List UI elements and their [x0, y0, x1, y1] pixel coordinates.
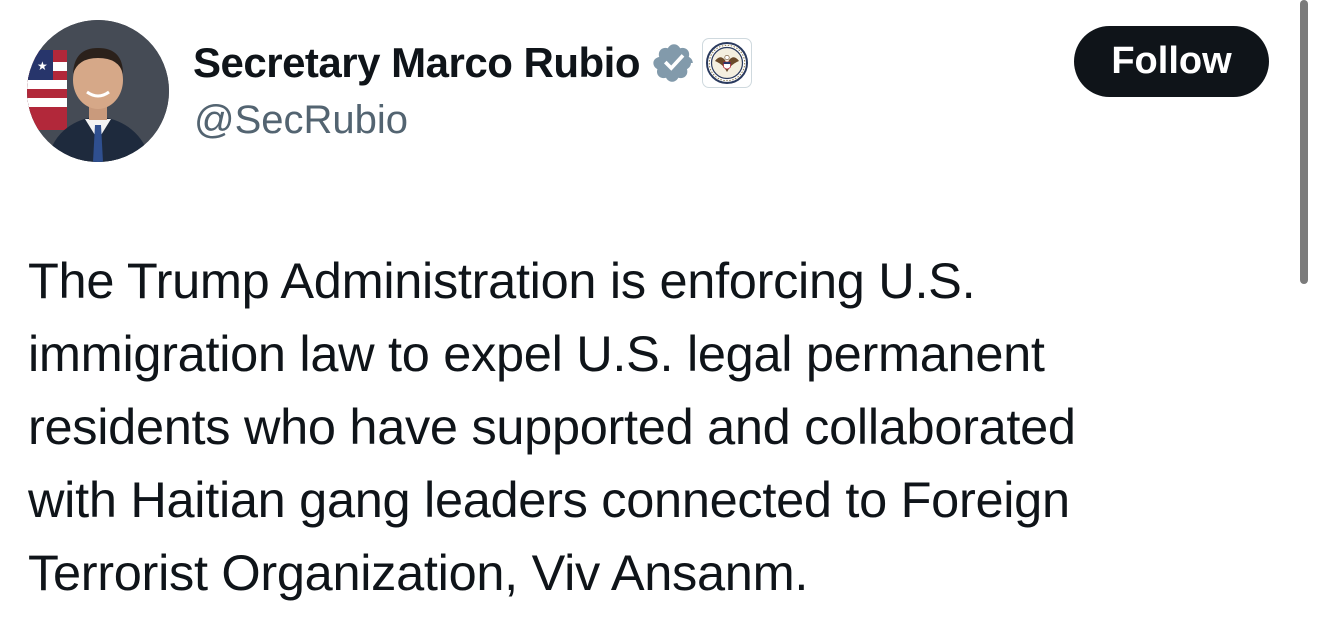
profile-photo: ★	[27, 20, 169, 162]
svg-text:★: ★	[37, 59, 48, 73]
tweet-text-line: Terrorist Organization, Viv Ansanm.	[28, 544, 809, 601]
tweet-text: The Trump Administration is enforcing U.…	[28, 244, 1258, 609]
state-department-seal-icon	[706, 42, 748, 84]
tweet-text-line: immigration law to expel U.S. legal perm…	[28, 325, 1045, 382]
author-handle[interactable]: @SecRubio	[194, 98, 408, 143]
author-name-row: Secretary Marco Rubio	[193, 38, 752, 88]
scrollbar-thumb[interactable]	[1300, 0, 1308, 284]
tweet-text-line: with Haitian gang leaders connected to F…	[28, 471, 1070, 528]
affiliate-badge[interactable]	[702, 38, 752, 88]
verified-badge-icon[interactable]	[652, 41, 696, 85]
follow-button[interactable]: Follow	[1074, 26, 1269, 97]
author-display-name[interactable]: Secretary Marco Rubio	[193, 39, 641, 87]
tweet-text-line: The Trump Administration is enforcing U.…	[28, 252, 976, 309]
tweet-card: ★ Secretary Marco Rubio @SecRubio Follow…	[0, 0, 1320, 640]
avatar[interactable]: ★	[27, 20, 169, 162]
tweet-text-line: residents who have supported and collabo…	[28, 398, 1076, 455]
